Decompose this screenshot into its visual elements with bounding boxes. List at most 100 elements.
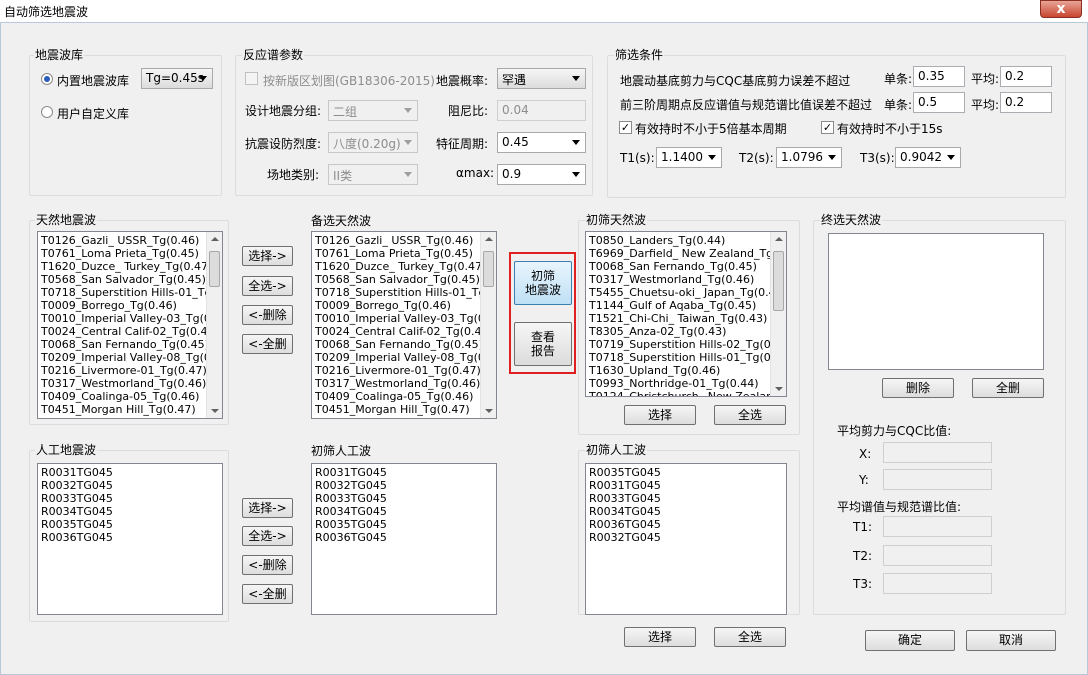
list-item[interactable]: R0034TG045	[315, 505, 493, 518]
prelim-natural-list[interactable]: T0850_Landers_Tg(0.44) T6969_Darfield_ Ne…	[585, 231, 787, 397]
view-report-button[interactable]: 查看 报告	[514, 322, 572, 366]
artificial-select-all-button[interactable]: 全选->	[242, 526, 293, 546]
natural-select-all-button[interactable]: 全选->	[242, 276, 293, 296]
list-item[interactable]: R0033TG045	[589, 492, 783, 505]
list-item[interactable]: T0568_San Salvador_Tg(0.45)	[315, 273, 480, 286]
prelim-artificial-list[interactable]: R0035TG045 R0031TG045 R0033TG045 R0034TG045…	[585, 463, 787, 615]
natural-list-scrollbar[interactable]	[206, 232, 222, 418]
list-item[interactable]: T0024_Central Calif-02_Tg(0.44)	[41, 325, 206, 338]
artificial-delete-all-button[interactable]: <-全删	[242, 584, 293, 604]
site-select[interactable]: II类	[328, 164, 418, 185]
list-item[interactable]: R0032TG045	[41, 479, 219, 492]
list-item[interactable]: T0024_Central Calif-02_Tg(0.44)	[315, 325, 480, 338]
list-item[interactable]: T0068_San Fernando_Tg(0.45)	[589, 260, 770, 273]
list-item[interactable]: T0317_Westmorland_Tg(0.46)	[41, 377, 206, 390]
list-item[interactable]: T0451_Morgan Hill_Tg(0.47)	[315, 403, 480, 416]
builtin-library-radio[interactable]	[41, 73, 53, 85]
design-group-select[interactable]: 二组	[328, 100, 418, 121]
list-item[interactable]: T0216_Livermore-01_Tg(0.47)	[41, 364, 206, 377]
scroll-up-icon[interactable]	[485, 237, 493, 241]
tg-select[interactable]: Tg=0.45s	[141, 68, 213, 89]
list-item[interactable]: T0209_Imperial Valley-08_Tg(0.46	[315, 351, 480, 364]
list-item[interactable]: T0409_Coalinga-05_Tg(0.46)	[315, 390, 480, 403]
candidate-list-scrollbar[interactable]	[480, 232, 496, 418]
list-item[interactable]: R0036TG045	[315, 531, 493, 544]
shear-single-field[interactable]: 0.35	[913, 66, 965, 87]
new-zoning-checkbox[interactable]	[245, 72, 258, 85]
list-item[interactable]: T0010_Imperial Valley-03_Tg(0.45	[41, 312, 206, 325]
ok-button[interactable]: 确定	[865, 630, 955, 651]
scroll-up-icon[interactable]	[211, 237, 219, 241]
prelim-filter-button[interactable]: 初筛 地震波	[514, 261, 572, 305]
candidate-artificial-list[interactable]: R0031TG045 R0032TG045 R0033TG045 R0034TG045…	[311, 463, 497, 615]
list-item[interactable]: R0036TG045	[589, 518, 783, 531]
prelim-natural-select-button[interactable]: 选择	[624, 405, 696, 425]
duration5-checkbox[interactable]: ✓	[619, 121, 632, 134]
scroll-down-icon[interactable]	[775, 387, 783, 391]
list-item[interactable]: T0010_Imperial Valley-03_Tg(0.45	[315, 312, 480, 325]
list-item[interactable]: R0031TG045	[589, 479, 783, 492]
natural-delete-button[interactable]: <-删除	[242, 305, 293, 325]
shear-avg-field[interactable]: 0.2	[1000, 66, 1052, 87]
list-item[interactable]: T0451_Morgan Hill_Tg(0.47)	[41, 403, 206, 416]
list-item[interactable]: T1620_Duzce_ Turkey_Tg(0.47)	[41, 260, 206, 273]
prelim-artificial-select-all-button[interactable]: 全选	[714, 627, 786, 647]
final-delete-all-button[interactable]: 全删	[972, 378, 1044, 398]
scroll-thumb[interactable]	[483, 251, 494, 287]
list-item[interactable]: R0031TG045	[315, 466, 493, 479]
list-item[interactable]: T0718_Superstition Hills-01_Tg(0.	[41, 286, 206, 299]
list-item[interactable]: T1630_Upland_Tg(0.46)	[589, 364, 770, 377]
intensity-select[interactable]: 八度(0.20g)	[328, 132, 418, 153]
natural-select-button[interactable]: 选择->	[242, 246, 293, 266]
list-item[interactable]: T5455_Chuetsu-oki_ Japan_Tg(0.45)	[589, 286, 770, 299]
list-item[interactable]: T0317_Westmorland_Tg(0.46)	[315, 377, 480, 390]
list-item[interactable]: T0126_Gazli_ USSR_Tg(0.46)	[315, 234, 480, 247]
close-button[interactable]: x	[1040, 0, 1082, 18]
list-item[interactable]: R0034TG045	[41, 505, 219, 518]
list-item[interactable]: T0761_Loma Prieta_Tg(0.45)	[41, 247, 206, 260]
list-item[interactable]: T0009_Borrego_Tg(0.46)	[315, 299, 480, 312]
list-item[interactable]: R0033TG045	[315, 492, 493, 505]
artificial-delete-button[interactable]: <-删除	[242, 555, 293, 575]
list-item[interactable]: T0009_Borrego_Tg(0.46)	[41, 299, 206, 312]
final-delete-button[interactable]: 删除	[882, 378, 954, 398]
t2-select[interactable]: 1.0796	[776, 147, 842, 168]
list-item[interactable]: T0409_Coalinga-05_Tg(0.46)	[41, 390, 206, 403]
list-item[interactable]: R0032TG045	[589, 531, 783, 544]
list-item[interactable]: T0850_Landers_Tg(0.44)	[589, 234, 770, 247]
list-item[interactable]: T0209_Imperial Valley-08_Tg(0.46	[41, 351, 206, 364]
list-item[interactable]: R0036TG045	[41, 531, 219, 544]
list-item[interactable]: T1620_Duzce_ Turkey_Tg(0.47)	[315, 260, 480, 273]
prelim-artificial-select-button[interactable]: 选择	[624, 627, 696, 647]
list-item[interactable]: T0068_San Fernando_Tg(0.45)	[41, 338, 206, 351]
list-item[interactable]: T8305_Anza-02_Tg(0.43)	[589, 325, 770, 338]
t3-select[interactable]: 0.9042	[895, 147, 961, 168]
list-item[interactable]: T0068_San Fernando_Tg(0.45)	[315, 338, 480, 351]
probability-select[interactable]: 罕遇	[497, 68, 586, 89]
list-item[interactable]: T1521_Chi-Chi_ Taiwan_Tg(0.43)	[589, 312, 770, 325]
damping-field[interactable]: 0.04	[497, 100, 586, 121]
list-item[interactable]: R0035TG045	[589, 466, 783, 479]
scroll-thumb[interactable]	[209, 251, 220, 287]
list-item[interactable]: T0761_Loma Prieta_Tg(0.45)	[315, 247, 480, 260]
list-item[interactable]: R0032TG045	[315, 479, 493, 492]
list-item[interactable]: T0719_Superstition Hills-02_Tg(0.43)	[589, 338, 770, 351]
list-item[interactable]: T0718_Superstition Hills-01_Tg(0.46)	[589, 351, 770, 364]
cancel-button[interactable]: 取消	[966, 630, 1056, 651]
list-item[interactable]: T0216_Livermore-01_Tg(0.47)	[315, 364, 480, 377]
spectrum-avg-field[interactable]: 0.2	[1000, 92, 1052, 113]
scroll-thumb[interactable]	[773, 251, 784, 311]
list-item[interactable]: R0031TG045	[41, 466, 219, 479]
spectrum-single-field[interactable]: 0.5	[913, 92, 965, 113]
list-item[interactable]: T6969_Darfield_ New Zealand_Tg(0.4	[589, 247, 770, 260]
list-item[interactable]: R0035TG045	[315, 518, 493, 531]
artificial-select-button[interactable]: 选择->	[242, 498, 293, 518]
amax-select[interactable]: 0.9	[497, 164, 586, 185]
list-item[interactable]: T0568_San Salvador_Tg(0.45)	[41, 273, 206, 286]
list-item[interactable]: T0124_Christchurch_ New Zealand_T	[589, 390, 770, 396]
candidate-natural-list[interactable]: T0126_Gazli_ USSR_Tg(0.46) T0761_Loma Pri…	[311, 231, 497, 419]
custom-library-radio[interactable]	[41, 106, 53, 118]
t1-select[interactable]: 1.1400	[656, 147, 722, 168]
prelim-list-scrollbar[interactable]	[770, 232, 786, 396]
artificial-wave-list[interactable]: R0031TG045 R0032TG045 R0033TG045 R0034TG045…	[37, 463, 223, 615]
